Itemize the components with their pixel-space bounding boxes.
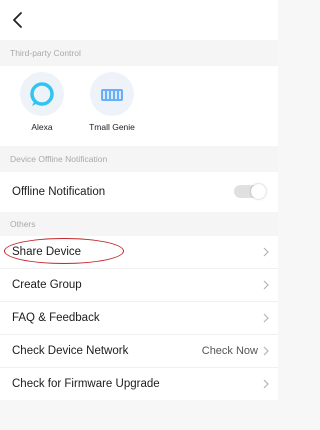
check-device-network-label: Check Device Network [12, 345, 129, 357]
alexa-icon [20, 72, 64, 116]
chevron-right-icon [263, 280, 269, 290]
chevron-left-icon[interactable] [11, 11, 25, 29]
third-party-integrations: Alexa Tmall Genie [0, 66, 278, 146]
tmall-genie-icon [90, 72, 134, 116]
tmall-genie-integration[interactable]: Tmall Genie [82, 72, 142, 132]
firmware-upgrade-label: Check for Firmware Upgrade [12, 378, 160, 390]
share-device-highlight [4, 238, 124, 264]
chevron-right-icon [263, 379, 269, 389]
tmall-genie-label: Tmall Genie [89, 122, 135, 132]
chevron-right-icon [263, 247, 269, 257]
chevron-right-icon [263, 346, 269, 356]
share-device-row[interactable]: Share Device [0, 236, 278, 269]
chevron-right-icon [263, 313, 269, 323]
faq-feedback-label: FAQ & Feedback [12, 312, 100, 324]
section-header-third-party: Third-party Control [0, 40, 278, 66]
faq-feedback-row[interactable]: FAQ & Feedback [0, 302, 278, 335]
section-header-others: Others [0, 212, 278, 236]
check-device-network-row[interactable]: Check Device Network Check Now [0, 335, 278, 368]
alexa-integration[interactable]: Alexa [12, 72, 72, 132]
create-group-label: Create Group [12, 279, 82, 291]
section-header-offline: Device Offline Notification [0, 146, 278, 172]
check-now-label[interactable]: Check Now [202, 335, 258, 367]
offline-notification-row: Offline Notification [0, 172, 278, 212]
toggle-knob [251, 184, 266, 199]
alexa-label: Alexa [31, 122, 53, 132]
create-group-row[interactable]: Create Group [0, 269, 278, 302]
offline-notification-label: Offline Notification [12, 186, 106, 198]
firmware-upgrade-row[interactable]: Check for Firmware Upgrade [0, 368, 278, 400]
top-bar [0, 0, 278, 40]
offline-notification-toggle[interactable] [234, 184, 266, 199]
